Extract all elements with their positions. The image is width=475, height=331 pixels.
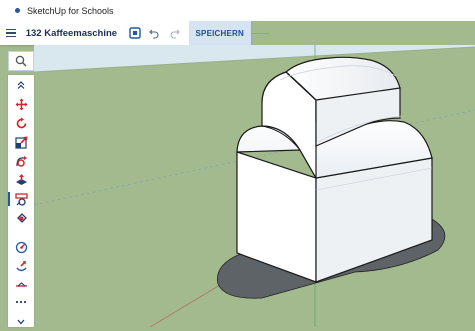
walk-icon[interactable] [8, 257, 34, 275]
collapse-icon[interactable] [8, 76, 34, 94]
search-button[interactable] [8, 51, 34, 71]
more-icon[interactable] [8, 293, 34, 311]
section-icon[interactable] [8, 276, 34, 294]
undo-icon[interactable] [149, 26, 161, 40]
follow-me-icon[interactable] [8, 152, 34, 170]
scale-icon[interactable] [8, 133, 34, 151]
redo-icon[interactable] [169, 26, 181, 40]
save-button[interactable]: SPEICHERN [188, 21, 251, 45]
expand-icon[interactable] [8, 313, 34, 331]
window-title: SketchUp for Schools [27, 5, 114, 16]
paint-bucket-icon[interactable] [8, 209, 34, 227]
3d-viewport[interactable] [34, 45, 475, 327]
push-pull-icon[interactable] [8, 171, 34, 189]
tape-measure-icon[interactable] [8, 190, 34, 208]
rotate-icon[interactable] [8, 114, 34, 132]
top-toolbar: 132 Kaffeemaschine SPEICHERN [0, 21, 251, 45]
move-icon[interactable] [8, 95, 34, 113]
search-icon [15, 55, 27, 67]
window-titlebar: SketchUp for Schools [0, 0, 475, 21]
model-info-icon[interactable] [129, 26, 141, 40]
model-title[interactable]: 132 Kaffeemaschine [26, 28, 117, 39]
tool-palette [8, 75, 34, 327]
hamburger-menu-icon[interactable] [0, 21, 22, 45]
toolbar-divider [251, 33, 269, 34]
app-logo-icon [15, 8, 20, 13]
orbit-icon[interactable] [8, 238, 34, 256]
